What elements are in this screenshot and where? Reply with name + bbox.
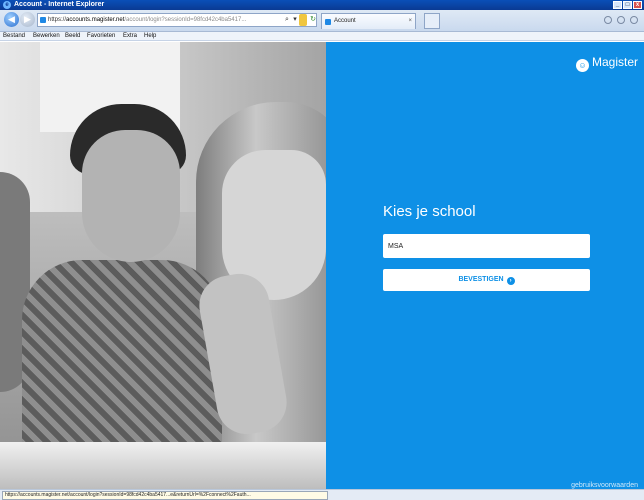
menu-item-beeld[interactable]: Beeld <box>65 32 80 41</box>
url-prefix: https:// <box>48 17 67 23</box>
forward-button[interactable]: ▶ <box>20 12 35 27</box>
brand-name: Magister <box>591 55 638 69</box>
close-window-button[interactable]: x <box>633 1 642 9</box>
navigation-bar: ◀ ▶ https://accounts.magister.net/accoun… <box>0 10 644 32</box>
settings-gear-icon[interactable] <box>630 16 638 24</box>
tab-account[interactable]: Account × <box>321 13 416 29</box>
status-url: https://accounts.magister.net/account/lo… <box>2 491 328 500</box>
confirm-button[interactable]: BEVESTIGEN › <box>383 269 590 291</box>
menu-bar: Bestand Bewerken Beeld Favorieten Extra … <box>0 32 644 41</box>
url-domain: accounts.magister.net <box>66 17 125 23</box>
refresh-icon[interactable]: ↻ <box>309 14 317 26</box>
address-bar[interactable]: https://accounts.magister.net/account/lo… <box>37 13 317 27</box>
search-icon[interactable]: ⌕ <box>283 14 291 26</box>
status-bar: https://accounts.magister.net/account/lo… <box>0 489 644 500</box>
home-icon[interactable] <box>604 16 612 24</box>
internet-explorer-icon: e <box>3 1 11 9</box>
dropdown-icon[interactable]: ▾ <box>292 14 298 26</box>
minimize-button[interactable]: _ <box>613 1 622 9</box>
menu-item-extra[interactable]: Extra <box>123 32 137 41</box>
page-content: ☺Magister Kies je school BEVESTIGEN› geb… <box>0 42 644 489</box>
confirm-button-label: BEVESTIGEN <box>458 276 504 283</box>
maximize-button[interactable]: □ <box>623 1 632 9</box>
magister-logo: ☺ Magister <box>575 54 638 72</box>
login-panel: ☺Magister Kies je school BEVESTIGEN› geb… <box>326 42 644 489</box>
terms-link[interactable]: gebruiksvoorwaarden <box>571 482 638 489</box>
window-title-bar: e Account - Internet Explorer _ □ x <box>0 0 644 10</box>
students-photo <box>0 42 326 489</box>
menu-item-bestand[interactable]: Bestand <box>3 32 25 41</box>
lock-icon[interactable] <box>299 14 307 26</box>
tab-title: Account <box>334 18 356 24</box>
back-button[interactable]: ◀ <box>4 12 19 27</box>
tab-favicon-icon <box>325 19 331 25</box>
window-title: Account - Internet Explorer <box>14 1 105 8</box>
new-tab-button[interactable] <box>424 13 440 29</box>
favorites-star-icon[interactable] <box>617 16 625 24</box>
school-search-input[interactable] <box>383 234 590 258</box>
menu-item-bewerken[interactable]: Bewerken <box>33 32 60 41</box>
menu-item-help[interactable]: Help <box>144 32 156 41</box>
tab-close-icon[interactable]: × <box>408 14 412 29</box>
arrow-right-icon: › <box>506 277 515 285</box>
menu-item-favorieten[interactable]: Favorieten <box>87 32 115 41</box>
magister-logo-icon: ☺ <box>575 59 589 72</box>
site-favicon-icon <box>40 17 46 23</box>
page-title: Kies je school <box>383 203 476 220</box>
url-path: /account/login?sessionId=98fcd42c4ba5417… <box>124 17 247 23</box>
